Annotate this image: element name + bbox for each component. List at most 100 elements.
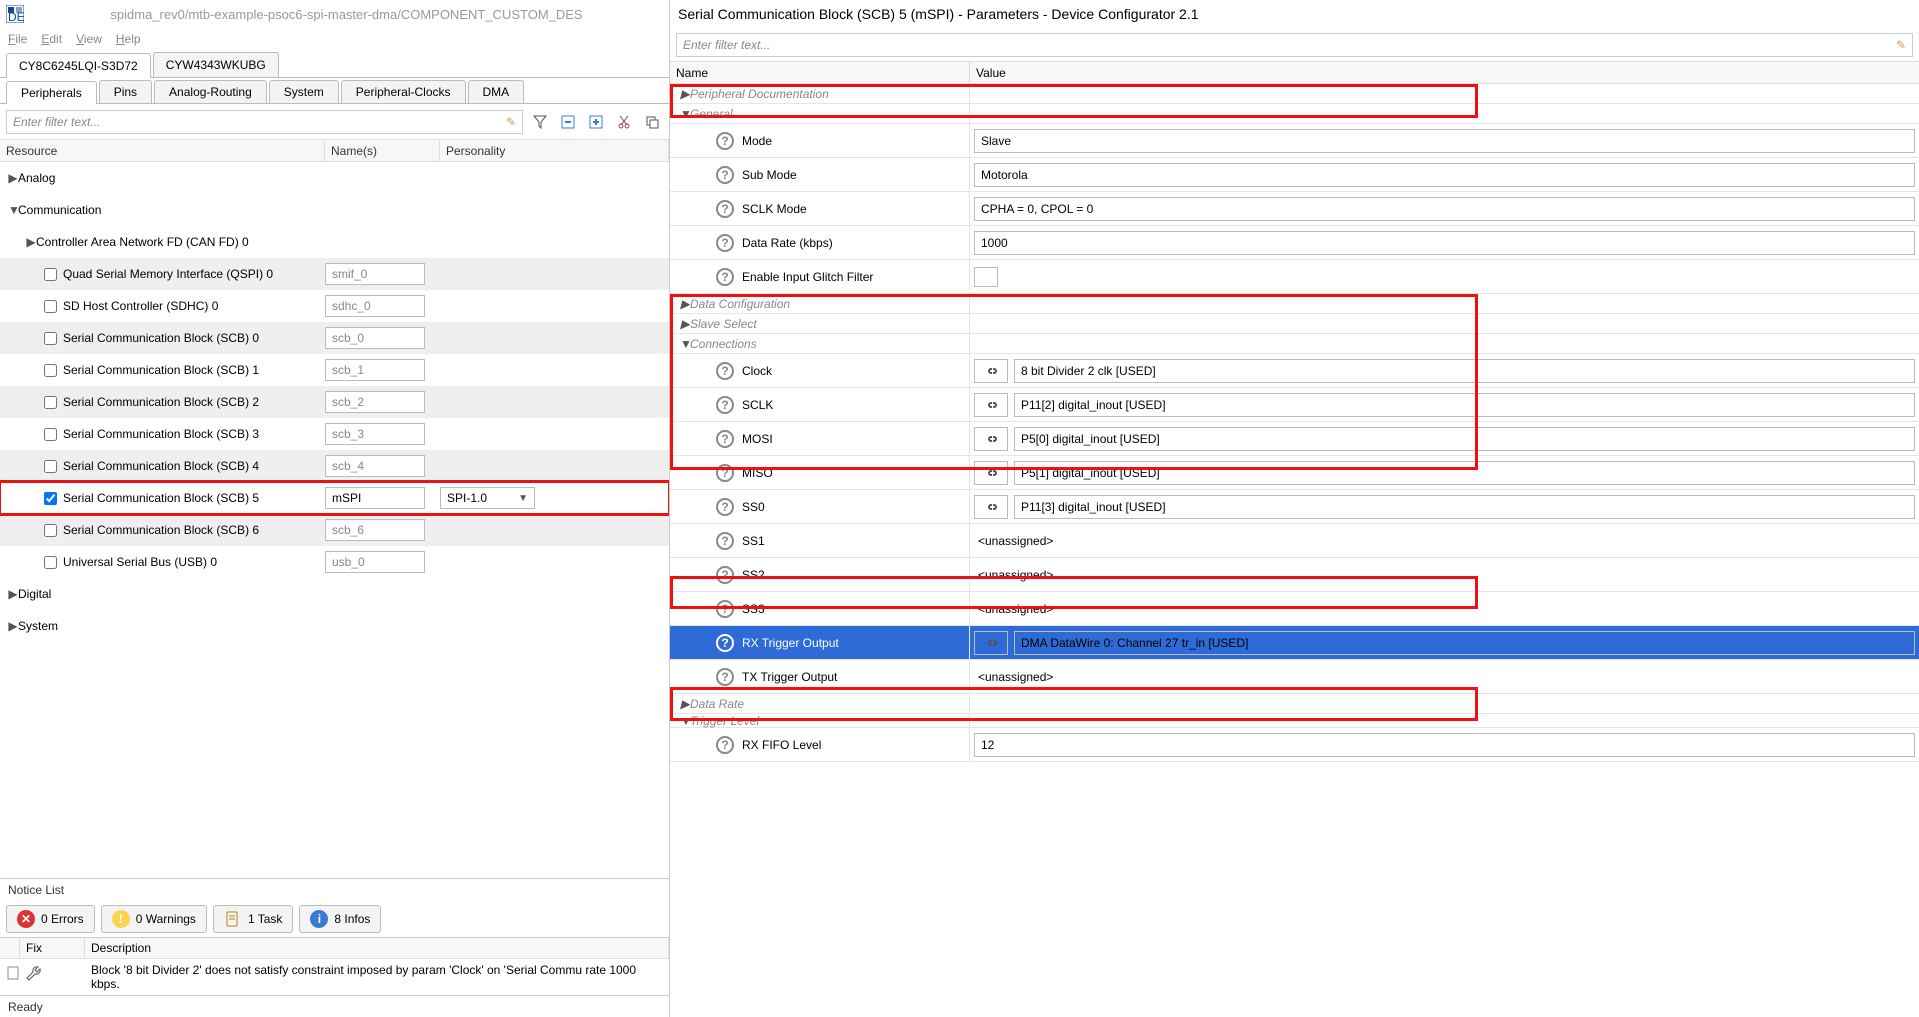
help-icon[interactable]: ? — [716, 532, 734, 550]
param-section[interactable]: ▶ Data Configuration — [670, 294, 1919, 314]
help-icon[interactable]: ? — [716, 736, 734, 754]
tree-leaf[interactable]: Serial Communication Block (SCB) 0scb_0 — [0, 322, 669, 354]
param-row[interactable]: ?SS2<unassigned> — [670, 558, 1919, 592]
help-icon[interactable]: ? — [716, 234, 734, 252]
param-row[interactable]: ?ModeSlave — [670, 124, 1919, 158]
twisty-icon[interactable]: ▼ — [680, 714, 690, 728]
help-icon[interactable]: ? — [716, 268, 734, 286]
enable-checkbox[interactable] — [44, 460, 57, 473]
help-icon[interactable]: ? — [716, 430, 734, 448]
value-field[interactable]: 1000 — [974, 231, 1915, 255]
collapse-all-icon[interactable] — [557, 111, 579, 133]
link-icon[interactable] — [974, 393, 1008, 417]
twisty-icon[interactable]: ▶ — [680, 317, 690, 331]
enable-checkbox[interactable] — [44, 492, 57, 505]
param-row[interactable]: ?SS0P11[3] digital_inout [USED] — [670, 490, 1919, 524]
twisty-icon[interactable]: ▶ — [26, 235, 36, 249]
value-field[interactable]: P11[2] digital_inout [USED] — [1014, 393, 1915, 417]
filter-input[interactable]: Enter filter text... ✎ — [6, 110, 523, 134]
twisty-icon[interactable]: ▶ — [8, 619, 18, 633]
menu-help[interactable]: Help — [116, 32, 141, 46]
tree-leaf[interactable]: Serial Communication Block (SCB) 5mSPISP… — [0, 482, 669, 514]
param-section[interactable]: ▼ General — [670, 104, 1919, 124]
help-icon[interactable]: ? — [716, 600, 734, 618]
tree-leaf[interactable]: Serial Communication Block (SCB) 1scb_1 — [0, 354, 669, 386]
peripheral-tab[interactable]: System — [269, 80, 339, 103]
enable-checkbox[interactable] — [44, 556, 57, 569]
value-field[interactable]: P11[3] digital_inout [USED] — [1014, 495, 1915, 519]
name-field[interactable]: scb_6 — [325, 519, 425, 541]
peripheral-tab[interactable]: Peripherals — [6, 81, 97, 104]
warnings-button[interactable]: !0 Warnings — [101, 905, 207, 933]
name-field[interactable]: scb_4 — [325, 455, 425, 477]
value-field[interactable]: Slave — [974, 129, 1915, 153]
enable-checkbox[interactable] — [44, 524, 57, 537]
help-icon[interactable]: ? — [716, 166, 734, 184]
tree-group[interactable]: ▼ Communication — [0, 194, 669, 226]
tasks-button[interactable]: 1 Task — [213, 905, 293, 933]
notice-col-desc[interactable]: Description — [85, 938, 669, 958]
value-field[interactable]: 12 — [974, 733, 1915, 757]
param-section[interactable]: ▶ Data Rate — [670, 694, 1919, 714]
help-icon[interactable]: ? — [716, 396, 734, 414]
enable-checkbox[interactable] — [44, 332, 57, 345]
param-section[interactable]: ▶ Peripheral Documentation — [670, 84, 1919, 104]
filter-funnel-icon[interactable] — [529, 111, 551, 133]
twisty-icon[interactable]: ▶ — [8, 171, 18, 185]
name-field[interactable]: scb_2 — [325, 391, 425, 413]
enable-checkbox[interactable] — [44, 396, 57, 409]
tree-group[interactable]: ▶ System — [0, 610, 669, 642]
param-section[interactable]: ▶ Slave Select — [670, 314, 1919, 334]
twisty-icon[interactable]: ▼ — [8, 203, 18, 217]
filter-clear-icon[interactable]: ✎ — [506, 115, 516, 129]
help-icon[interactable]: ? — [716, 200, 734, 218]
peripheral-tab[interactable]: Peripheral-Clocks — [341, 80, 466, 103]
help-icon[interactable]: ? — [716, 132, 734, 150]
param-row[interactable]: ?SS1<unassigned> — [670, 524, 1919, 558]
param-row[interactable]: ?RX FIFO Level12 — [670, 728, 1919, 762]
value-field[interactable]: P5[1] digital_inout [USED] — [1014, 461, 1915, 485]
twisty-icon[interactable]: ▶ — [680, 297, 690, 311]
menu-view[interactable]: View — [76, 32, 102, 46]
copy-icon[interactable] — [641, 111, 663, 133]
device-tab[interactable]: CYW4343WKUBG — [153, 52, 279, 77]
cut-icon[interactable] — [613, 111, 635, 133]
value-field[interactable]: P5[0] digital_inout [USED] — [1014, 427, 1915, 451]
param-row[interactable]: ?RX Trigger OutputDMA DataWire 0: Channe… — [670, 626, 1919, 660]
param-section[interactable]: ▼ Trigger Level — [670, 714, 1919, 728]
name-field[interactable]: sdhc_0 — [325, 295, 425, 317]
help-icon[interactable]: ? — [716, 566, 734, 584]
menu-file[interactable]: File — [8, 32, 27, 46]
tree-leaf[interactable]: Universal Serial Bus (USB) 0usb_0 — [0, 546, 669, 578]
infos-button[interactable]: i8 Infos — [299, 905, 381, 933]
param-row[interactable]: ?TX Trigger Output<unassigned> — [670, 660, 1919, 694]
value-field[interactable]: Motorola — [974, 163, 1915, 187]
help-icon[interactable]: ? — [716, 464, 734, 482]
value-field[interactable]: CPHA = 0, CPOL = 0 — [974, 197, 1915, 221]
tree-group[interactable]: ▶ Digital — [0, 578, 669, 610]
param-row[interactable]: ?Enable Input Glitch Filter — [670, 260, 1919, 294]
twisty-icon[interactable]: ▶ — [8, 587, 18, 601]
link-icon[interactable] — [974, 359, 1008, 383]
param-row[interactable]: ?SCLKP11[2] digital_inout [USED] — [670, 388, 1919, 422]
name-field[interactable]: scb_0 — [325, 327, 425, 349]
expand-all-icon[interactable] — [585, 111, 607, 133]
notice-col-fix[interactable]: Fix — [20, 938, 85, 958]
enable-checkbox[interactable] — [44, 428, 57, 441]
name-field[interactable]: scb_3 — [325, 423, 425, 445]
col-resource[interactable]: Resource — [0, 140, 325, 161]
enable-checkbox[interactable] — [44, 300, 57, 313]
tree-leaf[interactable]: Serial Communication Block (SCB) 6scb_6 — [0, 514, 669, 546]
twisty-icon[interactable]: ▶ — [680, 697, 690, 711]
value-checkbox[interactable] — [974, 267, 998, 287]
param-row[interactable]: ?Clock8 bit Divider 2 clk [USED] — [670, 354, 1919, 388]
errors-button[interactable]: ✕0 Errors — [6, 905, 95, 933]
twisty-icon[interactable]: ▼ — [680, 337, 690, 351]
param-row[interactable]: ?Data Rate (kbps)1000 — [670, 226, 1919, 260]
col-param-value[interactable]: Value — [970, 62, 1919, 83]
tree-group[interactable]: ▶ Analog — [0, 162, 669, 194]
help-icon[interactable]: ? — [716, 362, 734, 380]
col-param-name[interactable]: Name — [670, 62, 970, 83]
twisty-icon[interactable]: ▶ — [680, 87, 690, 101]
tree-leaf[interactable]: Serial Communication Block (SCB) 3scb_3 — [0, 418, 669, 450]
